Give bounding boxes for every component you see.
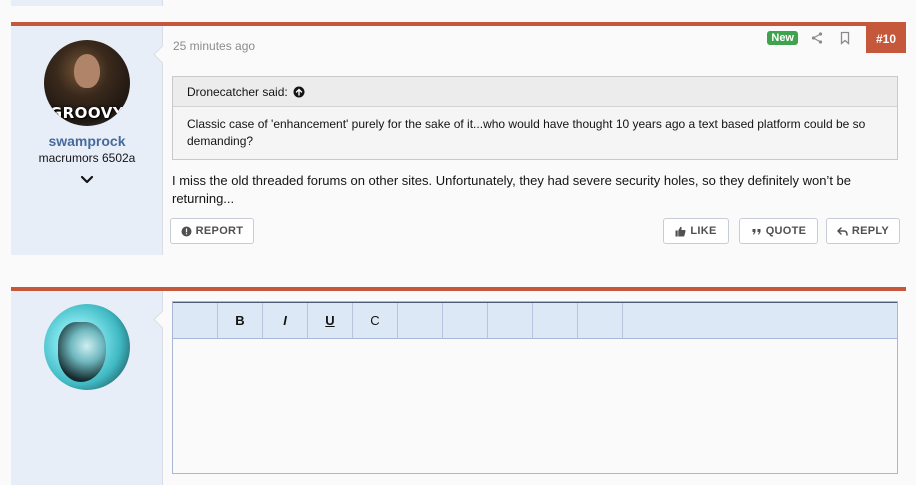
avatar-face — [58, 322, 106, 382]
quote-button[interactable]: QUOTE — [739, 218, 818, 244]
reply-author-sidebar — [11, 291, 163, 485]
thumbs-up-icon — [675, 226, 686, 236]
quote-marks-icon — [752, 228, 761, 234]
reply-editor: B I U C — [172, 301, 898, 474]
toolbar-button-blank[interactable] — [533, 303, 578, 338]
arrow-up-circle-icon[interactable] — [293, 86, 305, 98]
post-author-sidebar: GROOVY swamprock macrumors 6502a — [11, 26, 163, 255]
quote-block: Dronecatcher said: Classic case of 'enha… — [172, 76, 898, 160]
toolbar-button-blank[interactable] — [578, 303, 623, 338]
code-button[interactable]: C — [353, 303, 398, 338]
post-number-link[interactable]: #10 — [866, 26, 906, 53]
avatar[interactable]: GROOVY — [44, 40, 130, 126]
share-icon[interactable] — [810, 31, 824, 45]
bold-button[interactable]: B — [218, 303, 263, 338]
username-link[interactable]: swamprock — [11, 133, 163, 149]
underline-button[interactable]: U — [308, 303, 353, 338]
post-timestamp[interactable]: 25 minutes ago — [173, 39, 255, 53]
avatar[interactable] — [44, 304, 130, 390]
toolbar-button-blank[interactable] — [173, 303, 218, 338]
like-button[interactable]: LIKE — [663, 218, 729, 244]
quote-text: Classic case of 'enhancement' purely for… — [173, 107, 897, 159]
reply-label: REPLY — [851, 225, 890, 237]
quote-header[interactable]: Dronecatcher said: — [173, 77, 897, 107]
reply-text-area[interactable] — [173, 339, 897, 473]
italic-button[interactable]: I — [263, 303, 308, 338]
editor-toolbar: B I U C — [173, 302, 897, 339]
toolbar-button-blank[interactable] — [398, 303, 443, 338]
report-label: REPORT — [195, 225, 244, 237]
previous-post-sidebar-remnant — [11, 0, 163, 6]
post-message: I miss the old threaded forums on other … — [172, 173, 852, 206]
avatar-face — [74, 54, 100, 88]
like-label: LIKE — [690, 225, 717, 237]
toolbar-button-blank[interactable] — [443, 303, 488, 338]
quote-label: QUOTE — [765, 225, 807, 237]
toolbar-button-blank[interactable] — [488, 303, 533, 338]
chevron-down-icon[interactable] — [79, 172, 95, 188]
reply-arrow-icon — [837, 226, 848, 236]
alert-icon — [181, 226, 192, 236]
bookmark-icon[interactable] — [838, 31, 852, 45]
user-title: macrumors 6502a — [38, 151, 136, 165]
new-badge: New — [767, 30, 798, 45]
quote-attribution[interactable]: Dronecatcher said: — [187, 85, 288, 99]
reply-button[interactable]: REPLY — [826, 218, 900, 244]
quick-reply: B I U C — [11, 287, 906, 485]
forum-post: GROOVY swamprock macrumors 6502a 25 minu… — [11, 22, 906, 255]
report-button[interactable]: REPORT — [170, 218, 254, 244]
post-top-actions: New #10 — [767, 22, 906, 53]
avatar-caption: GROOVY — [49, 104, 125, 122]
